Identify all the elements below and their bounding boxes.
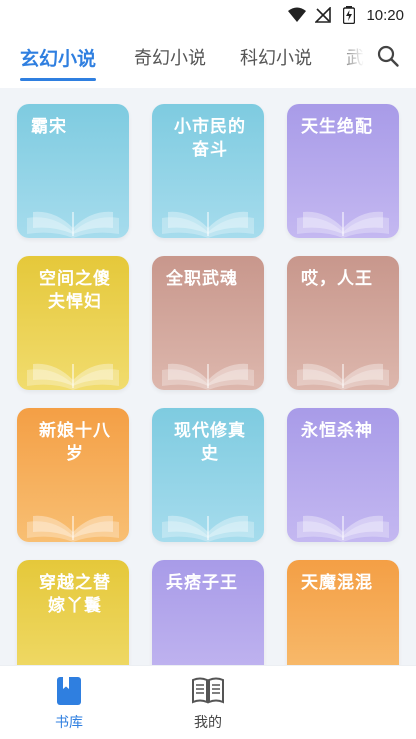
book-title: 现代修真史 — [174, 421, 246, 464]
open-book-illustration — [297, 211, 389, 238]
open-book-illustration — [27, 363, 119, 390]
search-button[interactable] — [376, 44, 400, 68]
open-book-illustration — [162, 363, 254, 390]
book-card[interactable]: 永恒杀神 — [287, 408, 399, 542]
book-card[interactable]: 小市民的奋斗 — [152, 104, 264, 238]
open-book-illustration — [27, 515, 119, 542]
battery-icon — [340, 6, 358, 24]
book-title: 天生绝配 — [301, 117, 373, 137]
book-card[interactable]: 现代修真史 — [152, 408, 264, 542]
open-book-icon — [192, 677, 224, 704]
book-card[interactable]: 穿越之替嫁丫鬟 — [17, 560, 129, 665]
book-title: 永恒杀神 — [301, 421, 373, 441]
open-book-illustration — [162, 211, 254, 238]
nav-mine[interactable]: 我的 — [168, 676, 248, 732]
search-icon — [377, 45, 399, 67]
book-card[interactable]: 新娘十八岁 — [17, 408, 129, 542]
no-signal-icon — [314, 6, 332, 24]
category-tabs: 玄幻小说 奇幻小说 科幻小说 武 — [0, 30, 416, 88]
tab-xuanhuan[interactable]: 玄幻小说 — [20, 44, 96, 71]
book-title: 新娘十八岁 — [39, 421, 111, 464]
book-card[interactable]: 全职武魂 — [152, 256, 264, 390]
open-book-illustration — [293, 648, 393, 665]
book-title: 穿越之替嫁丫鬟 — [39, 573, 111, 616]
book-title: 霸宋 — [31, 117, 67, 137]
nav-library-label: 书库 — [55, 715, 83, 731]
book-card[interactable]: 兵痞子王 — [152, 560, 264, 665]
book-title: 哎，人王 — [301, 269, 373, 289]
book-title: 小市民的奋斗 — [174, 117, 246, 160]
active-tab-indicator — [20, 78, 96, 81]
book-title: 兵痞子王 — [166, 573, 238, 593]
open-book-illustration — [162, 515, 254, 542]
book-grid: 霸宋 小市民的奋斗 天生绝配 空间之傻夫悍妇 全职武魂 哎，人王 新娘十八岁 现… — [0, 88, 416, 665]
bottom-nav: 书库 我的 — [0, 665, 416, 739]
wifi-icon — [288, 6, 307, 24]
open-book-illustration — [23, 648, 123, 665]
book-card[interactable]: 哎，人王 — [287, 256, 399, 390]
nav-library[interactable]: 书库 — [29, 676, 109, 732]
tab-kehuan[interactable]: 科幻小说 — [240, 44, 312, 70]
book-title: 天魔混混 — [301, 573, 373, 593]
bookmark-book-icon — [57, 677, 81, 705]
open-book-illustration — [297, 515, 389, 542]
book-card[interactable]: 霸宋 — [17, 104, 129, 238]
status-time: 10:20 — [366, 6, 404, 24]
status-bar: 10:20 — [0, 0, 416, 30]
tab-qihuan[interactable]: 奇幻小说 — [134, 44, 206, 70]
book-card[interactable]: 天魔混混 — [287, 560, 399, 665]
book-title: 全职武魂 — [166, 269, 238, 289]
tabs-fade — [336, 30, 376, 88]
open-book-illustration — [297, 363, 389, 390]
book-card[interactable]: 天生绝配 — [287, 104, 399, 238]
open-book-illustration — [27, 211, 119, 238]
nav-mine-label: 我的 — [194, 715, 222, 731]
book-title: 空间之傻夫悍妇 — [39, 269, 111, 312]
book-card[interactable]: 空间之傻夫悍妇 — [17, 256, 129, 390]
open-book-illustration — [158, 648, 258, 665]
